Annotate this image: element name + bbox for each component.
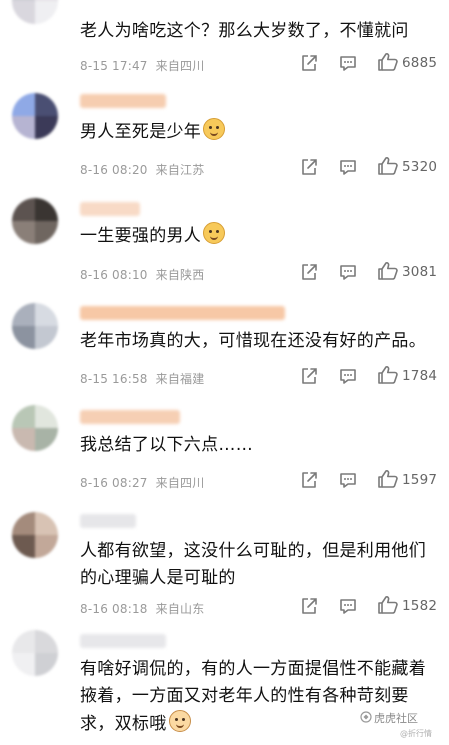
like-icon[interactable] bbox=[377, 365, 399, 385]
comment-text-line: 我总结了以下六点…… bbox=[80, 432, 440, 459]
avatar[interactable] bbox=[12, 198, 58, 244]
avatar[interactable] bbox=[12, 405, 58, 451]
comment-text-line: 人都有欲望，这没什么可耻的，但是利用他们 bbox=[80, 538, 440, 565]
like-count: 5320 bbox=[402, 159, 438, 175]
comment-date: 8-16 08:18 bbox=[80, 602, 148, 616]
comment-meta: 8-16 08:10 来自陕西 bbox=[80, 266, 204, 283]
comment-text-content: 掖着，一方面又对老年人的性有各种苛刻要 bbox=[80, 686, 409, 706]
share-icon[interactable] bbox=[300, 54, 318, 72]
avatar[interactable] bbox=[12, 93, 58, 139]
comment-text-content: 男人至死是少年 bbox=[80, 122, 202, 142]
comment-meta: 8-15 16:58 来自福建 bbox=[80, 370, 204, 387]
comment-icon[interactable] bbox=[339, 263, 357, 281]
comment-text: 一生要强的男人 bbox=[80, 222, 440, 250]
comment-icon[interactable] bbox=[339, 158, 357, 176]
comment-text-content: 老年市场真的大，可惜现在还没有好的产品。 bbox=[80, 331, 426, 351]
comment-text-line: 老年市场真的大，可惜现在还没有好的产品。 bbox=[80, 328, 440, 355]
share-icon[interactable] bbox=[300, 367, 318, 385]
comment-icon[interactable] bbox=[339, 471, 357, 489]
comment-text-line: 有啥好调侃的，有的人一方面提倡性不能藏着 bbox=[80, 656, 440, 683]
comment-text-content: 我总结了以下六点…… bbox=[80, 435, 253, 455]
comment-list: 老人为啥吃这个？那么大岁数了，不懂就问 8-15 17:47 来自四川 6885 男人至… bbox=[0, 0, 449, 745]
comment-text-content: 的心理骗人是可耻的 bbox=[80, 568, 236, 588]
avatar[interactable] bbox=[12, 0, 58, 24]
comment-date: 8-16 08:27 bbox=[80, 476, 148, 490]
comment-date: 8-16 08:10 bbox=[80, 268, 148, 282]
like-icon[interactable] bbox=[377, 595, 399, 615]
comment-text-line: 的心理骗人是可耻的 bbox=[80, 565, 440, 592]
comment-text-content: 老人为啥吃这个？那么大岁数了，不懂就问 bbox=[80, 21, 409, 41]
comment-text-content: 人都有欲望，这没什么可耻的，但是利用他们 bbox=[80, 541, 426, 561]
username-redacted[interactable] bbox=[80, 306, 285, 320]
doge-icon bbox=[203, 222, 226, 244]
comment-icon[interactable] bbox=[339, 597, 357, 615]
baby-icon bbox=[168, 710, 191, 732]
like-icon[interactable] bbox=[377, 261, 399, 281]
avatar[interactable] bbox=[12, 303, 58, 349]
comment-location: 来自四川 bbox=[155, 476, 205, 490]
watermark-text: 虎虎社区 bbox=[374, 712, 418, 725]
watermark-subtext: @折行情 bbox=[400, 729, 432, 738]
comment-date: 8-16 08:20 bbox=[80, 163, 148, 177]
comment-location: 来自福建 bbox=[155, 372, 205, 386]
like-icon[interactable] bbox=[377, 52, 399, 72]
comment-icon[interactable] bbox=[339, 54, 357, 72]
comment-text: 我总结了以下六点…… bbox=[80, 432, 440, 459]
comment-text-line: 一生要强的男人 bbox=[80, 222, 440, 250]
username-redacted[interactable] bbox=[80, 94, 166, 108]
comment-location: 来自陕西 bbox=[155, 268, 205, 282]
avatar[interactable] bbox=[12, 512, 58, 558]
username-redacted[interactable] bbox=[80, 634, 166, 648]
like-icon[interactable] bbox=[377, 469, 399, 489]
comment-text-line: 老人为啥吃这个？那么大岁数了，不懂就问 bbox=[80, 18, 440, 45]
like-count: 1582 bbox=[402, 598, 438, 614]
watermark-logo-icon bbox=[360, 711, 372, 723]
comment-text: 老人为啥吃这个？那么大岁数了，不懂就问 bbox=[80, 18, 440, 45]
share-icon[interactable] bbox=[300, 471, 318, 489]
like-count: 1784 bbox=[402, 368, 438, 384]
comment-location: 来自四川 bbox=[155, 59, 205, 73]
comment-icon[interactable] bbox=[339, 367, 357, 385]
like-count: 6885 bbox=[402, 55, 438, 71]
share-icon[interactable] bbox=[300, 597, 318, 615]
comment-text: 老年市场真的大，可惜现在还没有好的产品。 bbox=[80, 328, 440, 355]
like-count: 1597 bbox=[402, 472, 438, 488]
comment-date: 8-15 16:58 bbox=[80, 372, 148, 386]
comment-location: 来自山东 bbox=[155, 602, 205, 616]
comment-meta: 8-15 17:47 来自四川 bbox=[80, 57, 204, 74]
avatar[interactable] bbox=[12, 630, 58, 676]
username-redacted[interactable] bbox=[80, 514, 136, 528]
share-icon[interactable] bbox=[300, 263, 318, 281]
comment-text: 男人至死是少年 bbox=[80, 118, 440, 146]
comment-text-line: 掖着，一方面又对老年人的性有各种苛刻要 bbox=[80, 683, 440, 710]
doge-icon bbox=[203, 118, 226, 140]
comment-text-content: 有啥好调侃的，有的人一方面提倡性不能藏着 bbox=[80, 659, 426, 679]
comment-meta: 8-16 08:20 来自江苏 bbox=[80, 161, 204, 178]
comment-date: 8-15 17:47 bbox=[80, 59, 148, 73]
comment-text-content: 求，双标哦 bbox=[80, 714, 167, 734]
username-redacted[interactable] bbox=[80, 410, 180, 424]
username-redacted[interactable] bbox=[80, 202, 140, 216]
comment-text-line: 男人至死是少年 bbox=[80, 118, 440, 146]
comment-text-content: 一生要强的男人 bbox=[80, 226, 202, 246]
like-icon[interactable] bbox=[377, 156, 399, 176]
share-icon[interactable] bbox=[300, 158, 318, 176]
comment-text: 人都有欲望，这没什么可耻的，但是利用他们 的心理骗人是可耻的 bbox=[80, 538, 440, 592]
comment-meta: 8-16 08:27 来自四川 bbox=[80, 474, 204, 491]
comment-meta: 8-16 08:18 来自山东 bbox=[80, 600, 204, 617]
like-count: 3081 bbox=[402, 264, 438, 280]
comment-location: 来自江苏 bbox=[155, 163, 205, 177]
